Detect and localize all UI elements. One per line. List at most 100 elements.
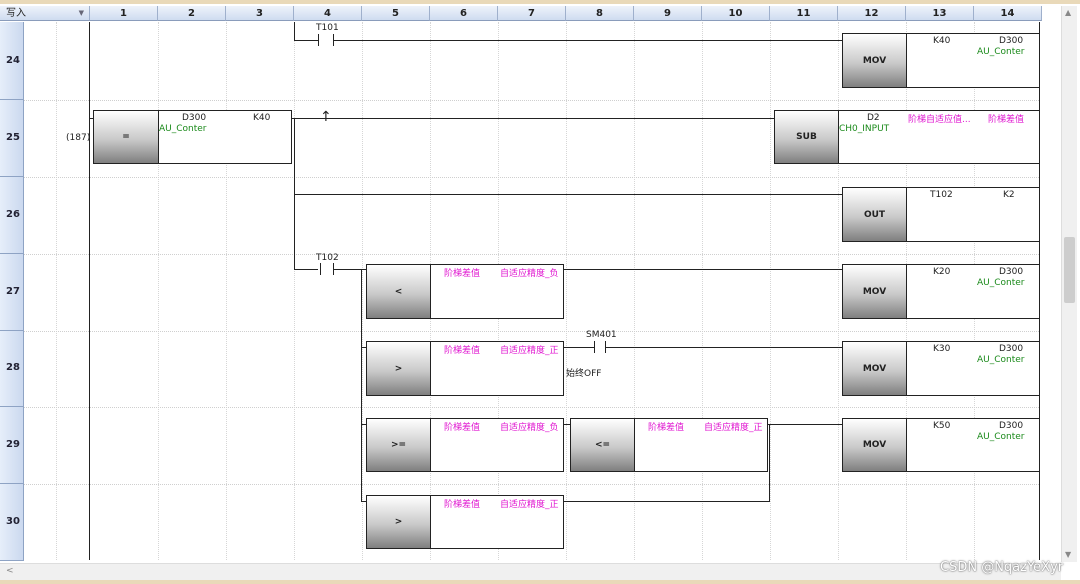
- wire: [564, 501, 769, 502]
- instruction-compare-less[interactable]: < 阶梯差值 自适应精度_负: [366, 264, 564, 319]
- grid-line: [56, 22, 57, 560]
- column-header-14[interactable]: 14: [974, 6, 1042, 21]
- instruction-op: <: [367, 265, 431, 318]
- contact-sm401[interactable]: [594, 341, 606, 353]
- operand: K40: [933, 36, 951, 46]
- column-header-2[interactable]: 2: [158, 6, 226, 21]
- operand-comment: AU_Conter: [977, 432, 1025, 442]
- wire: [89, 118, 93, 119]
- operand: 自适应精度_正: [704, 423, 763, 433]
- operand: 阶梯差值: [444, 346, 481, 356]
- row-number: 29: [6, 439, 20, 450]
- contact-label: SM401: [586, 330, 617, 340]
- scrollbar-thumb[interactable]: [1064, 237, 1075, 303]
- operand: 阶梯差值: [444, 423, 481, 433]
- wire: [606, 347, 842, 348]
- operand: K20: [933, 267, 951, 277]
- instruction-op: MOV: [843, 419, 907, 471]
- instruction-op: OUT: [843, 188, 907, 241]
- instruction-compare-greater[interactable]: > 阶梯差值 自适应精度_正: [366, 495, 564, 549]
- instruction-op: SUB: [775, 111, 839, 163]
- column-header-10[interactable]: 10: [702, 6, 770, 21]
- row-header-24[interactable]: 24: [0, 22, 24, 100]
- instruction-compare-greater-equal[interactable]: >= 阶梯差值 自适应精度_负: [366, 418, 564, 472]
- operand: D300: [999, 344, 1024, 354]
- row-number: 27: [6, 286, 20, 297]
- row-header-26[interactable]: 26: [0, 177, 24, 254]
- operand: D2: [867, 113, 880, 123]
- grid-line: [24, 407, 1039, 408]
- instruction-op: MOV: [843, 342, 907, 395]
- operand: K50: [933, 421, 951, 431]
- operand-comment: CH0_INPUT: [839, 124, 890, 134]
- left-power-rail: [89, 22, 90, 560]
- row-header-29[interactable]: 29: [0, 407, 24, 484]
- grid-line: [566, 22, 567, 560]
- mode-label: 写入: [6, 8, 26, 19]
- column-header-8[interactable]: 8: [566, 6, 634, 21]
- wire: [768, 424, 842, 425]
- operand: 阶梯差值: [648, 423, 685, 433]
- grid-line: [24, 100, 1039, 101]
- column-header-13[interactable]: 13: [906, 6, 974, 21]
- operand: D300: [999, 36, 1024, 46]
- column-header-3[interactable]: 3: [226, 6, 294, 21]
- column-header-9[interactable]: 9: [634, 6, 702, 21]
- row-header-25[interactable]: 25: [0, 100, 24, 177]
- column-header-5[interactable]: 5: [362, 6, 430, 21]
- scroll-up-icon[interactable]: ▲: [1065, 8, 1071, 17]
- wire: [564, 347, 594, 348]
- operand: K40: [253, 113, 271, 123]
- rising-edge-icon: ↑: [320, 109, 332, 125]
- instruction-compare-greater[interactable]: > 阶梯差值 自适应精度_正: [366, 341, 564, 396]
- row-header-27[interactable]: 27: [0, 254, 24, 331]
- chevron-down-icon[interactable]: ▼: [79, 6, 84, 21]
- instruction-op: <=: [571, 419, 635, 471]
- contact-t102[interactable]: [320, 263, 334, 275]
- contact-comment: 始终OFF: [566, 369, 602, 379]
- operand-comment: AU_Conter: [977, 278, 1025, 288]
- instruction-sub[interactable]: SUB D2 CH0_INPUT 阶梯自适应值... 阶梯差值: [774, 110, 1040, 164]
- operand-comment: AU_Conter: [977, 355, 1025, 365]
- instruction-mov[interactable]: MOV K30 D300 AU_Conter: [842, 341, 1040, 396]
- grid-line: [362, 22, 363, 560]
- column-header-6[interactable]: 6: [430, 6, 498, 21]
- grid-line: [838, 22, 839, 560]
- scroll-down-icon[interactable]: ▼: [1065, 550, 1071, 559]
- horizontal-scrollbar[interactable]: <: [0, 563, 1061, 581]
- contact-t101[interactable]: [318, 34, 334, 46]
- operand: D300: [999, 421, 1024, 431]
- wire: [294, 40, 318, 41]
- grid-line: [770, 22, 771, 560]
- column-header-7[interactable]: 7: [498, 6, 566, 21]
- column-header-12[interactable]: 12: [838, 6, 906, 21]
- operand-comment: AU_Conter: [159, 124, 207, 134]
- instruction-mov[interactable]: MOV K40 D300 AU_Conter: [842, 33, 1040, 88]
- instruction-compare-less-equal[interactable]: <= 阶梯差值 自适应精度_正: [570, 418, 768, 472]
- instruction-mov[interactable]: MOV K20 D300 AU_Conter: [842, 264, 1040, 319]
- step-number: (187): [66, 133, 91, 143]
- wire: [361, 269, 362, 501]
- mode-dropdown[interactable]: 写入 ▼: [0, 6, 90, 21]
- column-header-1[interactable]: 1: [90, 6, 158, 21]
- instruction-mov[interactable]: MOV K50 D300 AU_Conter: [842, 418, 1040, 472]
- operand: 自适应精度_正: [500, 500, 559, 510]
- wire: [334, 40, 842, 41]
- column-header-11[interactable]: 11: [770, 6, 838, 21]
- scroll-left-icon[interactable]: <: [6, 566, 14, 576]
- row-header-28[interactable]: 28: [0, 331, 24, 407]
- operand: D300: [999, 267, 1024, 277]
- wire: [564, 269, 842, 270]
- instruction-op: >: [367, 496, 431, 548]
- instruction-out[interactable]: OUT T102 K2: [842, 187, 1040, 242]
- wire: [769, 424, 770, 502]
- wire: [294, 22, 295, 40]
- grid-line: [702, 22, 703, 560]
- column-header-4[interactable]: 4: [294, 6, 362, 21]
- grid-line: [24, 484, 1039, 485]
- vertical-scrollbar[interactable]: ▲ ▼: [1061, 6, 1077, 562]
- instruction-compare-equal[interactable]: = D300 AU_Conter K40: [93, 110, 292, 164]
- row-header-30[interactable]: 30: [0, 484, 24, 561]
- ladder-editor-window: 写入 ▼ 1 2 3 4 5 6 7 8 9 10 11 12 13 14 24…: [0, 0, 1080, 584]
- instruction-op: MOV: [843, 265, 907, 318]
